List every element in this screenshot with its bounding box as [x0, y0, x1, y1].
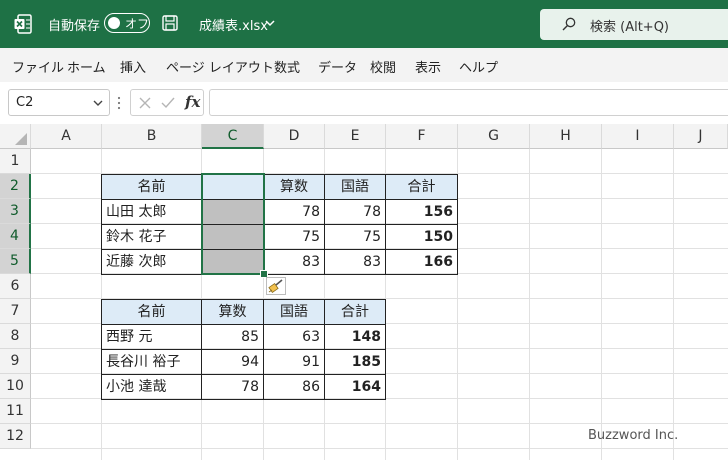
chevron-down-icon[interactable] — [93, 98, 103, 108]
save-icon[interactable] — [162, 15, 178, 31]
row-header-7[interactable]: 7 — [0, 299, 31, 324]
menu-insert[interactable]: 挿入 — [120, 57, 146, 76]
name-box[interactable]: C2 — [8, 89, 110, 116]
formula-bar: C2 fx — [0, 82, 728, 125]
menu-formulas[interactable]: 数式 — [274, 57, 300, 76]
file-name[interactable]: 成績表.xlsx — [199, 15, 268, 34]
table-header-cell[interactable]: 名前 — [102, 175, 202, 200]
more-options-icon[interactable] — [117, 95, 121, 111]
table-cell-total[interactable]: 150 — [386, 225, 458, 250]
table-header-cell[interactable]: 算数 — [264, 175, 325, 200]
table-cell-total[interactable]: 185 — [325, 350, 386, 375]
table-cell-math[interactable]: 85 — [202, 325, 264, 350]
row-header-11[interactable]: 11 — [0, 399, 31, 424]
table-cell-total[interactable]: 148 — [325, 325, 386, 350]
column-header-a[interactable]: A — [31, 124, 102, 149]
select-all-button[interactable] — [0, 124, 31, 149]
autosave-state: オフ — [125, 17, 150, 31]
chevron-down-icon[interactable] — [264, 17, 276, 29]
autosave-label: 自動保存 — [48, 19, 101, 34]
toggle-knob — [108, 16, 120, 29]
table-cell-name[interactable]: 山田 太郎 — [102, 200, 202, 225]
row-header-1[interactable]: 1 — [0, 149, 31, 174]
column-header-g[interactable]: G — [458, 124, 530, 149]
table-cell-japanese[interactable]: 86 — [264, 375, 325, 400]
score-table-1: 名前 算数 国語 合計 山田 太郎 78 78 156 鈴木 花子 75 75 … — [101, 174, 458, 275]
table-header-cell[interactable]: 合計 — [386, 175, 458, 200]
table-cell-japanese[interactable]: 78 — [325, 200, 386, 225]
gridline — [601, 149, 602, 460]
column-header-c[interactable]: C — [202, 124, 264, 149]
table-cell-total[interactable]: 164 — [325, 375, 386, 400]
cancel-icon[interactable] — [137, 95, 153, 111]
table-header-cell[interactable]: 名前 — [102, 300, 202, 325]
column-header-f[interactable]: F — [386, 124, 458, 149]
menu-help[interactable]: ヘルプ — [459, 57, 498, 76]
formula-buttons: fx — [130, 89, 204, 116]
table-cell-name[interactable]: 西野 元 — [102, 325, 202, 350]
table-header-cell[interactable]: 合計 — [325, 300, 386, 325]
table-cell-name[interactable]: 長谷川 裕子 — [102, 350, 202, 375]
search-icon — [562, 17, 576, 31]
paintbrush-icon — [268, 279, 283, 294]
excel-logo-icon[interactable] — [14, 14, 32, 34]
table-cell-math[interactable]: 78 — [202, 375, 264, 400]
menu-bar: ファイル ホーム 挿入 ページ レイアウト 数式 データ 校閲 表示 ヘルプ — [0, 48, 728, 82]
gridline — [529, 149, 530, 460]
insert-function-button[interactable]: fx — [185, 93, 200, 111]
menu-review[interactable]: 校閲 — [370, 57, 396, 76]
column-header-b[interactable]: B — [102, 124, 202, 149]
table-cell-japanese[interactable]: 63 — [264, 325, 325, 350]
gridline — [31, 423, 728, 424]
row-header-10[interactable]: 10 — [0, 374, 31, 399]
table-header-cell[interactable]: 算数 — [202, 300, 264, 325]
row-header-5[interactable]: 5 — [0, 249, 31, 274]
score-table-2: 名前 算数 国語 合計 西野 元 85 63 148 長谷川 裕子 94 91 … — [101, 299, 386, 400]
search-box[interactable]: 検索 (Alt+Q) — [540, 9, 728, 40]
column-header-i[interactable]: I — [602, 124, 674, 149]
table-cell-japanese[interactable]: 91 — [264, 350, 325, 375]
selection-range — [201, 173, 265, 275]
menu-page-layout[interactable]: ページ レイアウト — [166, 57, 274, 76]
table-cell-math[interactable]: 78 — [264, 200, 325, 225]
worksheet-grid: A B C D E F G H I J 1 2 3 4 5 6 7 8 9 10… — [0, 124, 728, 460]
title-bar: 自動保存 オフ 成績表.xlsx 検索 (Alt+Q) — [0, 0, 728, 48]
table-header-cell[interactable]: 国語 — [264, 300, 325, 325]
watermark: Buzzword Inc. — [588, 428, 679, 443]
column-header-j[interactable]: J — [674, 124, 728, 149]
table-cell-math[interactable]: 94 — [202, 350, 264, 375]
table-cell-japanese[interactable]: 83 — [325, 250, 386, 275]
row-header-9[interactable]: 9 — [0, 349, 31, 374]
menu-home[interactable]: ホーム — [67, 57, 106, 76]
table-cell-math[interactable]: 83 — [264, 250, 325, 275]
table-cell-math[interactable]: 75 — [264, 225, 325, 250]
row-header-3[interactable]: 3 — [0, 199, 31, 224]
enter-check-icon[interactable] — [160, 95, 176, 111]
column-header-e[interactable]: E — [325, 124, 386, 149]
row-header-6[interactable]: 6 — [0, 274, 31, 299]
menu-file[interactable]: ファイル — [12, 57, 64, 76]
gridline — [673, 149, 674, 460]
table-cell-total[interactable]: 166 — [386, 250, 458, 275]
menu-view[interactable]: 表示 — [415, 57, 441, 76]
formula-input[interactable] — [209, 89, 728, 116]
row-header-4[interactable]: 4 — [0, 224, 31, 249]
paste-options-button[interactable] — [266, 277, 286, 295]
gridline — [31, 448, 728, 449]
row-header-8[interactable]: 8 — [0, 324, 31, 349]
table-cell-name[interactable]: 小池 達哉 — [102, 375, 202, 400]
table-cell-name[interactable]: 鈴木 花子 — [102, 225, 202, 250]
table-cell-japanese[interactable]: 75 — [325, 225, 386, 250]
table-cell-total[interactable]: 156 — [386, 200, 458, 225]
menu-data[interactable]: データ — [318, 57, 357, 76]
row-header-2[interactable]: 2 — [0, 174, 31, 199]
row-header-12[interactable]: 12 — [0, 424, 31, 449]
column-header-d[interactable]: D — [264, 124, 325, 149]
table-cell-name[interactable]: 近藤 次郎 — [102, 250, 202, 275]
search-label: 検索 (Alt+Q) — [590, 20, 670, 35]
name-box-value: C2 — [16, 95, 34, 110]
autosave-toggle[interactable]: オフ — [104, 13, 150, 33]
table-header-cell[interactable]: 国語 — [325, 175, 386, 200]
column-header-h[interactable]: H — [530, 124, 602, 149]
